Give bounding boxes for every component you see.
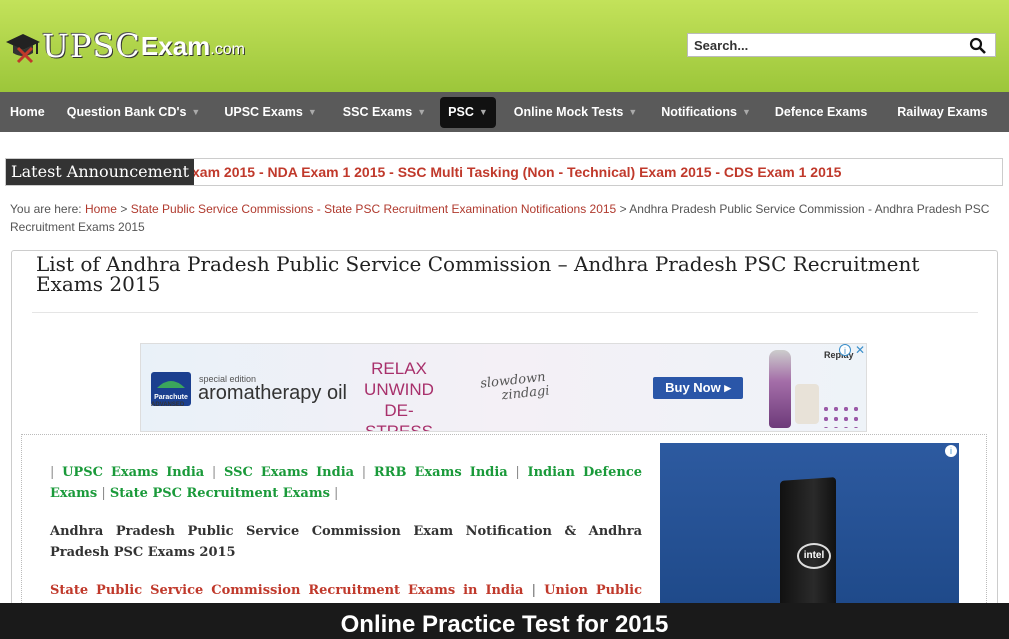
link-separator: | <box>50 465 55 480</box>
graduation-cap-icon <box>6 34 40 64</box>
breadcrumb-home-link[interactable]: Home <box>85 202 117 216</box>
page-title: List of Andhra Pradesh Public Service Co… <box>36 252 920 296</box>
nav-label: Online Mock Tests <box>513 105 624 119</box>
oil-bottle-image <box>769 350 791 428</box>
site-header: UPSC Exam .com <box>0 0 1009 93</box>
link-state-psc-recruitment-exams[interactable]: State PSC Recruitment Exams <box>110 486 330 501</box>
banner-ad[interactable]: Parachute ADVANSED special edition aroma… <box>140 343 867 432</box>
nav-label: UPSC Exams <box>224 105 303 119</box>
chevron-down-icon: ▼ <box>478 107 488 117</box>
nav-label: Home <box>10 105 45 119</box>
breadcrumb-prefix: You are here: <box>10 202 82 216</box>
link-ssc-exams-india[interactable]: SSC Exams India <box>224 465 354 480</box>
ad-product-name: aromatherapy oil <box>198 382 347 404</box>
nav-label: Railway Exams <box>897 105 988 119</box>
search-input[interactable] <box>688 34 970 56</box>
link-rrb-exams-india[interactable]: RRB Exams India <box>374 465 508 480</box>
brand-subtext: ADVANSED <box>151 402 185 408</box>
chevron-down-icon: ▼ <box>628 107 638 117</box>
nav-question-bank[interactable]: Question Bank CD's ▼ <box>55 92 213 132</box>
main-nav: Home Question Bank CD's ▼ UPSC Exams ▼ SSC… <box>0 92 1009 132</box>
search-icon[interactable] <box>969 37 987 55</box>
nav-label: SSC Exams <box>342 105 413 119</box>
logo-exam-text: Exam <box>140 30 211 61</box>
oil-burner-image <box>795 384 819 424</box>
lavender-image <box>821 404 861 428</box>
article-body: | UPSC Exams India | SSC Exams India | R… <box>50 462 642 622</box>
logo-com-text: .com <box>210 41 245 58</box>
link-separator: | <box>101 486 106 501</box>
link-separator: | <box>361 465 367 480</box>
ad-info-icon[interactable]: i <box>839 344 851 356</box>
ad-tagline-line: RELAX <box>371 359 427 378</box>
link-separator: | <box>211 465 217 480</box>
announcement-text[interactable]: xam 2015 - NDA Exam 1 2015 - SSC Multi T… <box>192 159 841 185</box>
link-separator: | <box>334 486 339 501</box>
nav-notifications[interactable]: Notifications ▼ <box>649 92 763 132</box>
announcement-label: Latest Announcement <box>6 159 194 185</box>
title-divider <box>32 312 978 313</box>
ad-tagline-line: UNWIND <box>364 380 434 399</box>
brand-text: Parachute <box>154 394 188 401</box>
nav-psc[interactable]: PSC ▼ <box>440 96 496 128</box>
buy-now-button[interactable]: Buy Now ▸ <box>653 377 743 399</box>
breadcrumb-separator: > <box>619 202 627 216</box>
link-separator: | <box>531 583 537 598</box>
intro-paragraph: Andhra Pradesh Public Service Commission… <box>50 524 642 560</box>
nav-ssc-exams[interactable]: SSC Exams ▼ <box>331 92 436 132</box>
ad-script-text: slowdown zindagi <box>480 370 551 406</box>
announcement-ticker: Latest Announcement xam 2015 - NDA Exam … <box>5 158 1003 186</box>
side-ad[interactable]: i intel <box>660 443 959 603</box>
ad-tagline: RELAX UNWIND DE-STRESS <box>354 358 444 432</box>
nav-defence-exams[interactable]: Defence Exams <box>763 92 882 132</box>
ad-info-icon[interactable]: i <box>945 445 957 457</box>
nav-label: PSC <box>448 105 474 119</box>
breadcrumb: You are here: Home > State Public Servic… <box>10 200 1006 236</box>
search-box <box>687 33 996 57</box>
parachute-logo: Parachute <box>151 372 191 406</box>
ad-tagline-line: DE-STRESS <box>364 401 434 432</box>
nav-railway-exams[interactable]: Railway Exams <box>882 92 997 132</box>
nav-online-mock-tests[interactable]: Online Mock Tests ▼ <box>500 92 649 132</box>
nav-label: Defence Exams <box>774 105 868 119</box>
chevron-down-icon: ▼ <box>417 107 427 117</box>
exam-links: | UPSC Exams India | SSC Exams India | R… <box>50 462 642 504</box>
site-logo[interactable]: UPSC Exam .com <box>4 26 245 66</box>
chevron-down-icon: ▼ <box>741 107 751 117</box>
online-practice-test-bar[interactable]: Online Practice Test for 2015 <box>0 603 1009 639</box>
link-upsc-exams-india[interactable]: UPSC Exams India <box>62 465 204 480</box>
breadcrumb-separator: > <box>120 202 128 216</box>
breadcrumb-state-psc-link[interactable]: State Public Service Commissions - State… <box>131 202 617 216</box>
link-separator: | <box>515 465 520 480</box>
nav-home[interactable]: Home <box>0 92 55 132</box>
chevron-down-icon: ▼ <box>307 107 317 117</box>
chevron-down-icon: ▼ <box>191 107 201 117</box>
logo-upsc-text: UPSC <box>42 27 141 65</box>
nav-label: Question Bank CD's <box>66 105 187 119</box>
close-icon[interactable]: ✕ <box>854 344 866 356</box>
link-state-psc-recruitment-exams-india[interactable]: State Public Service Commission Recruitm… <box>50 583 523 598</box>
intel-logo: intel <box>797 543 831 569</box>
nav-upsc-exams[interactable]: UPSC Exams ▼ <box>212 92 330 132</box>
compute-stick-image <box>780 477 836 603</box>
ad-script-line: zindagi <box>500 383 551 404</box>
nav-label: Notifications <box>661 105 737 119</box>
